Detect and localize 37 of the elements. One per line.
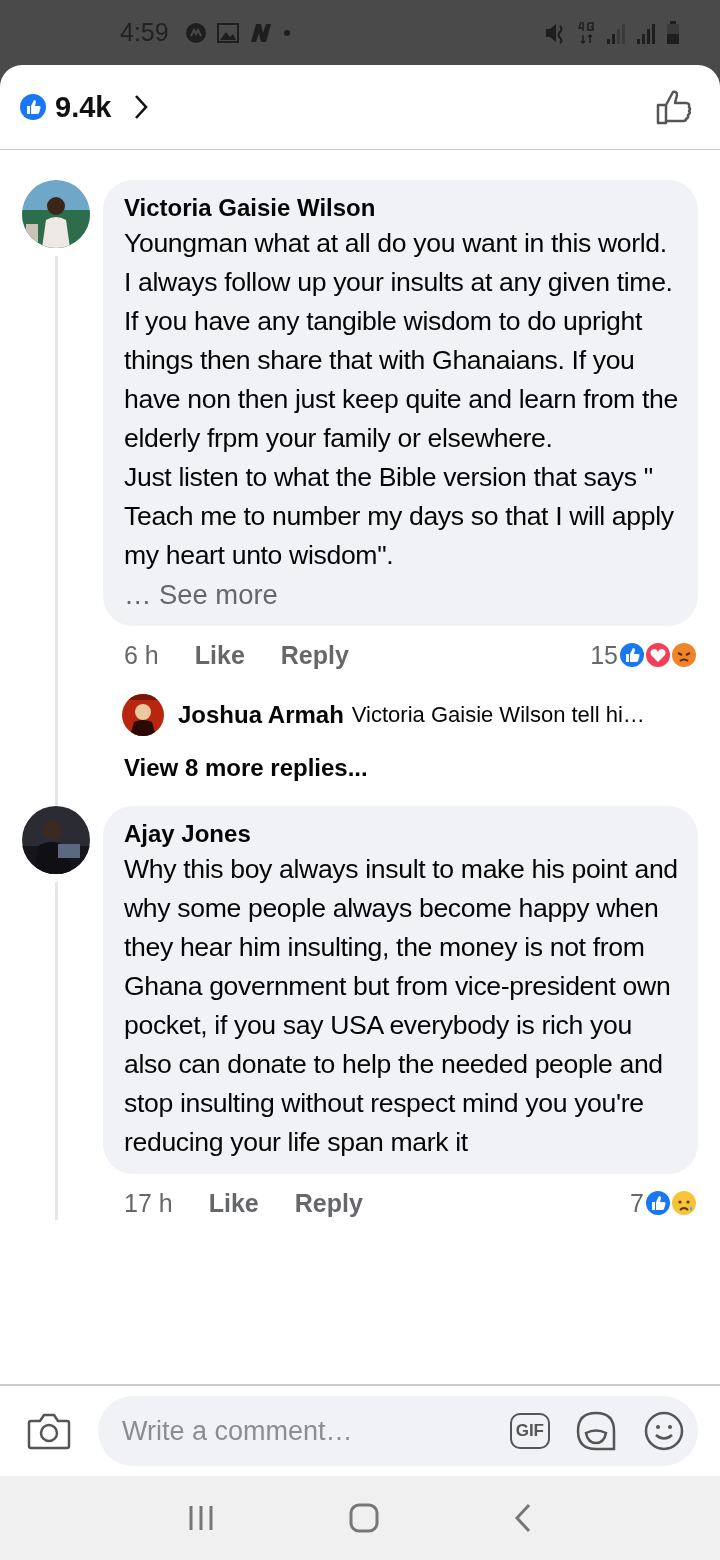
like-reaction-icon — [19, 93, 47, 121]
reply-text[interactable]: Victoria Gaisie Wilson tell hi… — [351, 702, 645, 728]
battery-icon — [666, 20, 680, 45]
like-link[interactable]: Like — [208, 1188, 259, 1218]
network-icon — [578, 20, 596, 45]
dot-icon — [282, 28, 291, 37]
comment-text: Why this boy always insult to make his point and why some people always become happy when they hear him insulting, the money is not from Ghana government but from vice-president own pocket, if you say USA everybody is rich you also can donate to help the needed people and stop insulting without respect mind you you're reducing your life span mark it — [124, 853, 678, 1159]
reaction-count[interactable]: 9.4k — [55, 90, 112, 124]
like-button-icon[interactable] — [656, 88, 694, 126]
camera-icon[interactable] — [27, 1412, 71, 1450]
author-name[interactable]: Ajay Jones — [124, 818, 678, 850]
recent-apps-icon[interactable] — [187, 1504, 215, 1532]
image-icon — [216, 22, 239, 43]
comment-text: Just listen to what the Bible version that says " Teach me to number my days so that I will apply my heart unto wisdom". — [124, 461, 675, 572]
news-icon — [248, 22, 273, 43]
comment-time: 6 h — [124, 640, 159, 670]
emoji-icon[interactable] — [644, 1411, 684, 1451]
chevron-right-icon[interactable] — [133, 94, 150, 120]
back-icon[interactable] — [513, 1503, 533, 1533]
comment-input-field[interactable]: Write a comment… GIF — [98, 1396, 698, 1466]
signal-icon — [636, 21, 656, 44]
see-more-link[interactable]: … See more — [124, 575, 678, 614]
reply-link[interactable]: Reply — [294, 1188, 363, 1218]
reply-author[interactable]: Joshua Armah — [178, 701, 344, 729]
like-link[interactable]: Like — [194, 640, 245, 670]
comment-text: Youngman what at all do you want in this world. I always follow up your insults at any given time. If you have any tangible wisdom to do upright things then share that with Ghanaians. If you have non then just keep quite and learn from the elderly frpm your family or elsewhere. — [124, 227, 678, 455]
home-icon[interactable] — [349, 1503, 379, 1533]
signal-icon — [606, 21, 626, 44]
reply-link[interactable]: Reply — [280, 640, 349, 670]
sticker-icon[interactable] — [576, 1411, 618, 1451]
gif-button[interactable]: GIF — [509, 1413, 550, 1449]
reaction-count[interactable]: 15 — [590, 640, 618, 670]
reaction-count[interactable]: 7 — [630, 1188, 644, 1218]
messenger-icon — [184, 21, 207, 44]
comment-time: 17 h — [124, 1188, 173, 1218]
author-name[interactable]: Victoria Gaisie Wilson — [124, 192, 678, 224]
view-more-replies-link[interactable]: View 8 more replies... — [103, 736, 698, 806]
